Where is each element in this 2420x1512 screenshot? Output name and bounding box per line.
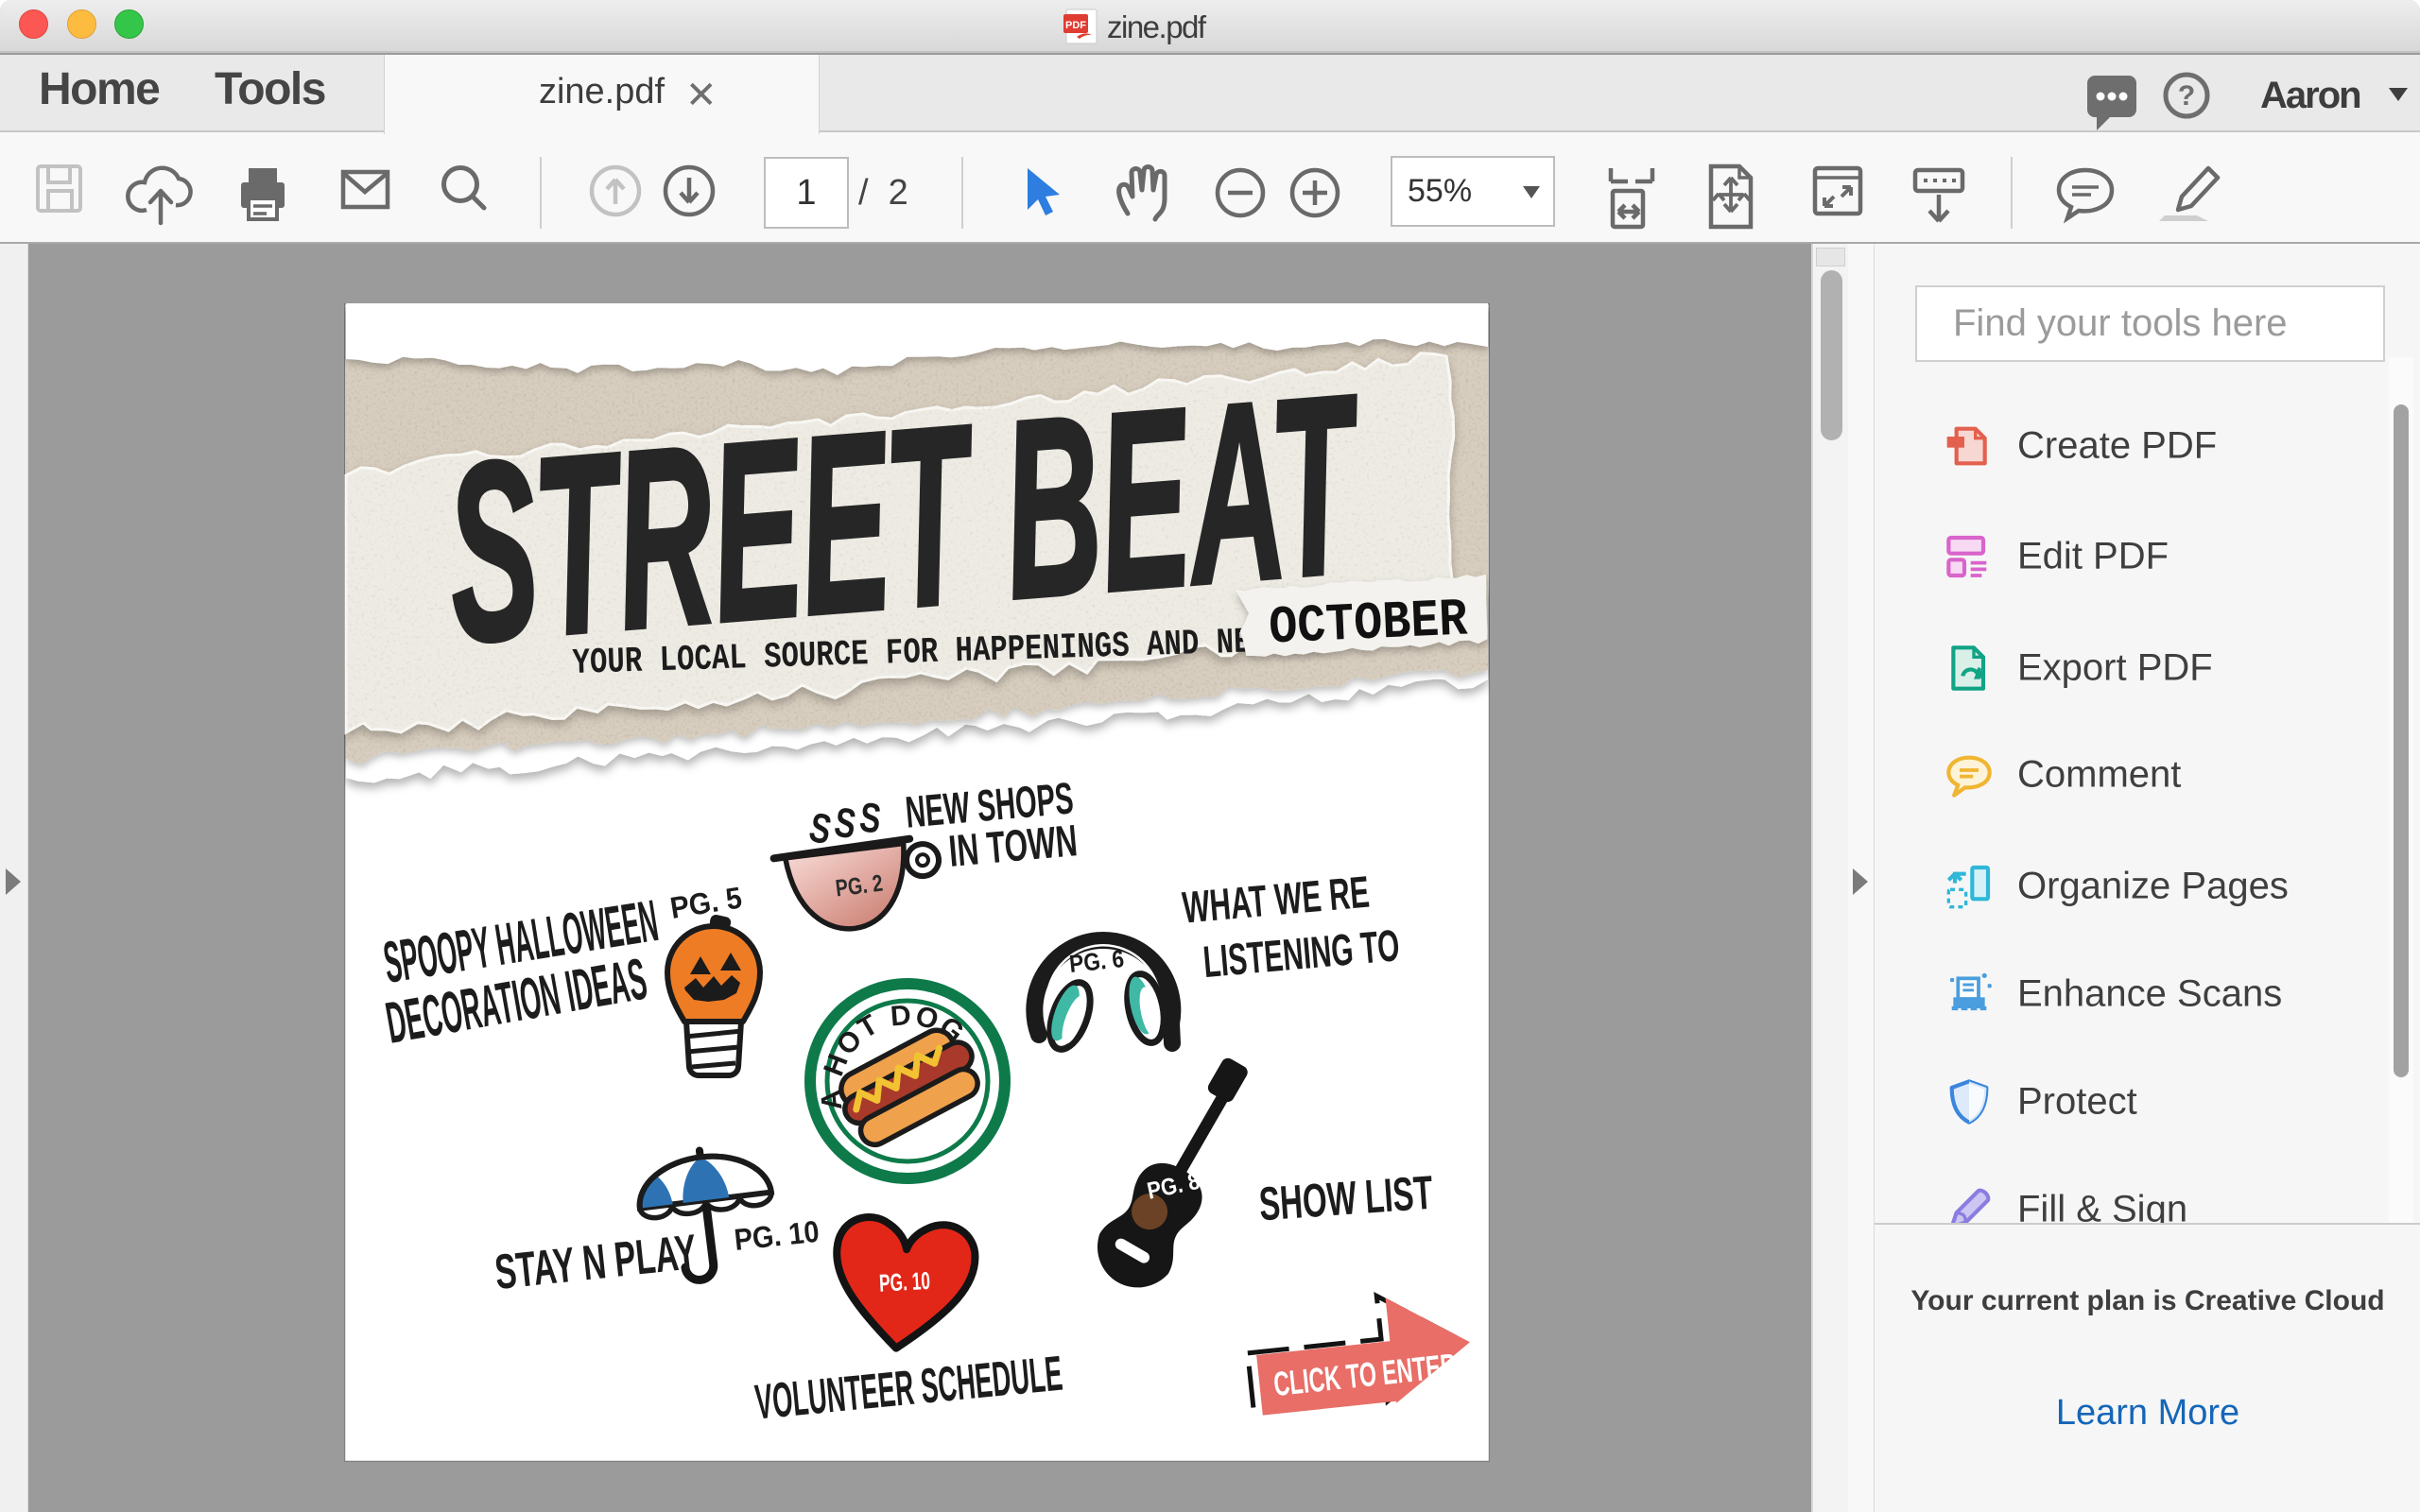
svg-text:?: ? — [2178, 80, 2195, 112]
svg-text:PDF: PDF — [1065, 20, 1086, 31]
svg-text:PG. 10: PG. 10 — [878, 1266, 930, 1297]
svg-text:OCTOBER: OCTOBER — [1268, 589, 1469, 658]
svg-text:PG. 6: PG. 6 — [1068, 944, 1126, 978]
